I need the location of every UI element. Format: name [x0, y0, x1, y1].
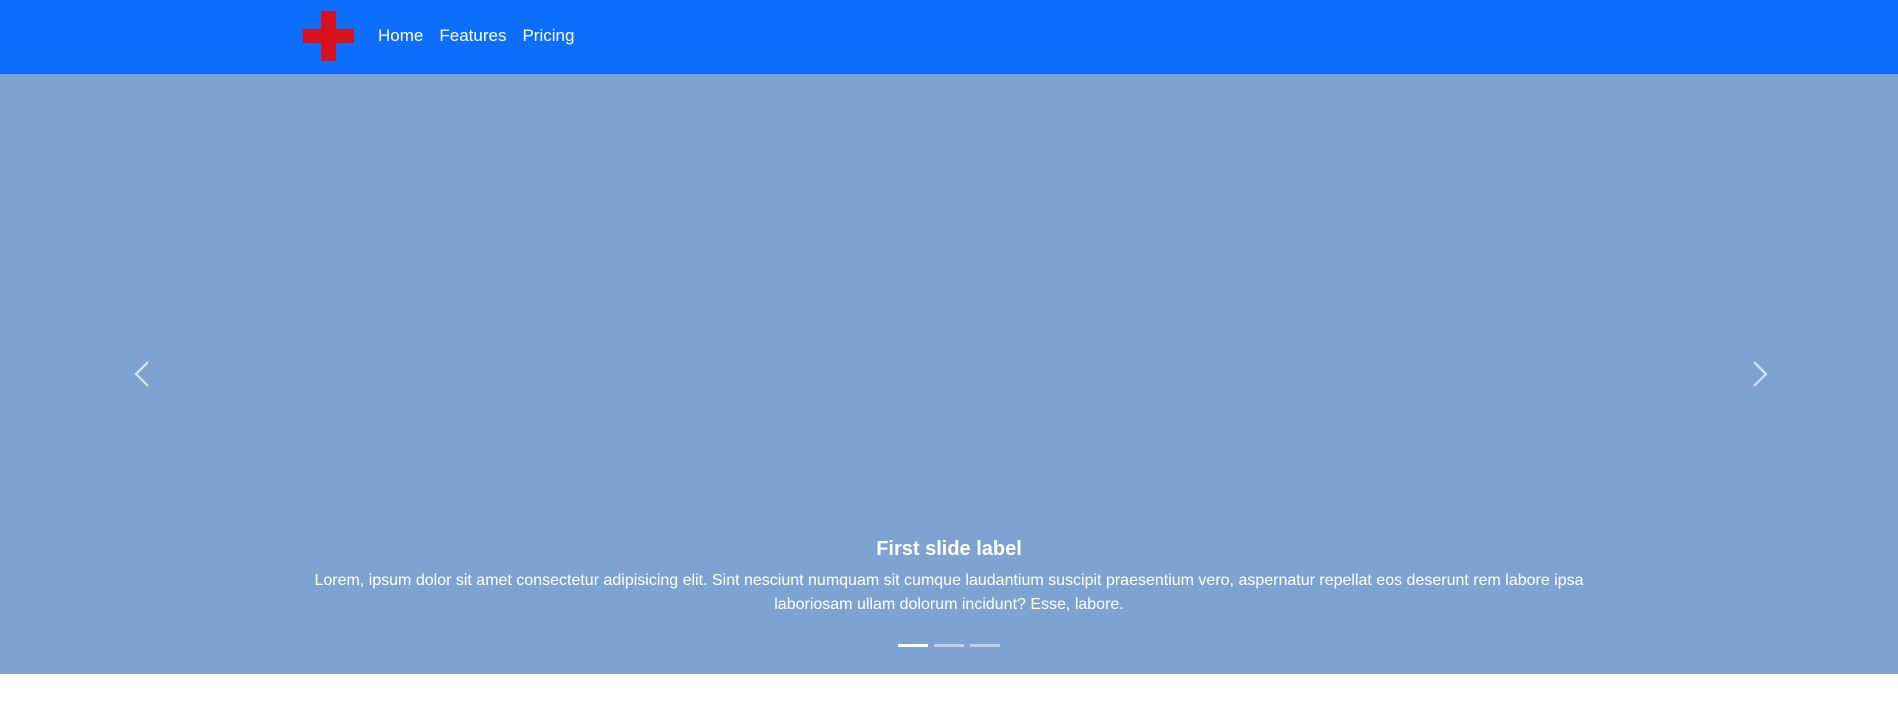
slide-text: Lorem, ipsum dolor sit amet consectetur …: [314, 572, 1584, 613]
chevron-left-icon: [134, 361, 149, 387]
carousel-indicators: [0, 644, 1898, 647]
slide-title: First slide label: [876, 538, 1022, 560]
hero-carousel: First slide label Lorem, ipsum dolor sit…: [0, 74, 1898, 674]
carousel-next-button[interactable]: [1740, 344, 1780, 404]
chevron-right-icon: [1753, 361, 1768, 387]
brand-logo[interactable]: [303, 11, 354, 61]
carousel-indicator-1[interactable]: [898, 644, 928, 647]
carousel-prev-button[interactable]: [122, 344, 162, 404]
nav-link-pricing[interactable]: Pricing: [514, 25, 582, 47]
nav-link-features[interactable]: Features: [431, 25, 514, 47]
carousel-indicator-2[interactable]: [934, 644, 964, 647]
top-navbar: Home Features Pricing: [0, 0, 1898, 74]
nav-links: Home Features Pricing: [370, 25, 582, 47]
nav-link-home[interactable]: Home: [370, 25, 431, 47]
slide-caption: First slide label Lorem, ipsum dolor sit…: [300, 536, 1598, 617]
carousel-indicator-3[interactable]: [970, 644, 1000, 647]
